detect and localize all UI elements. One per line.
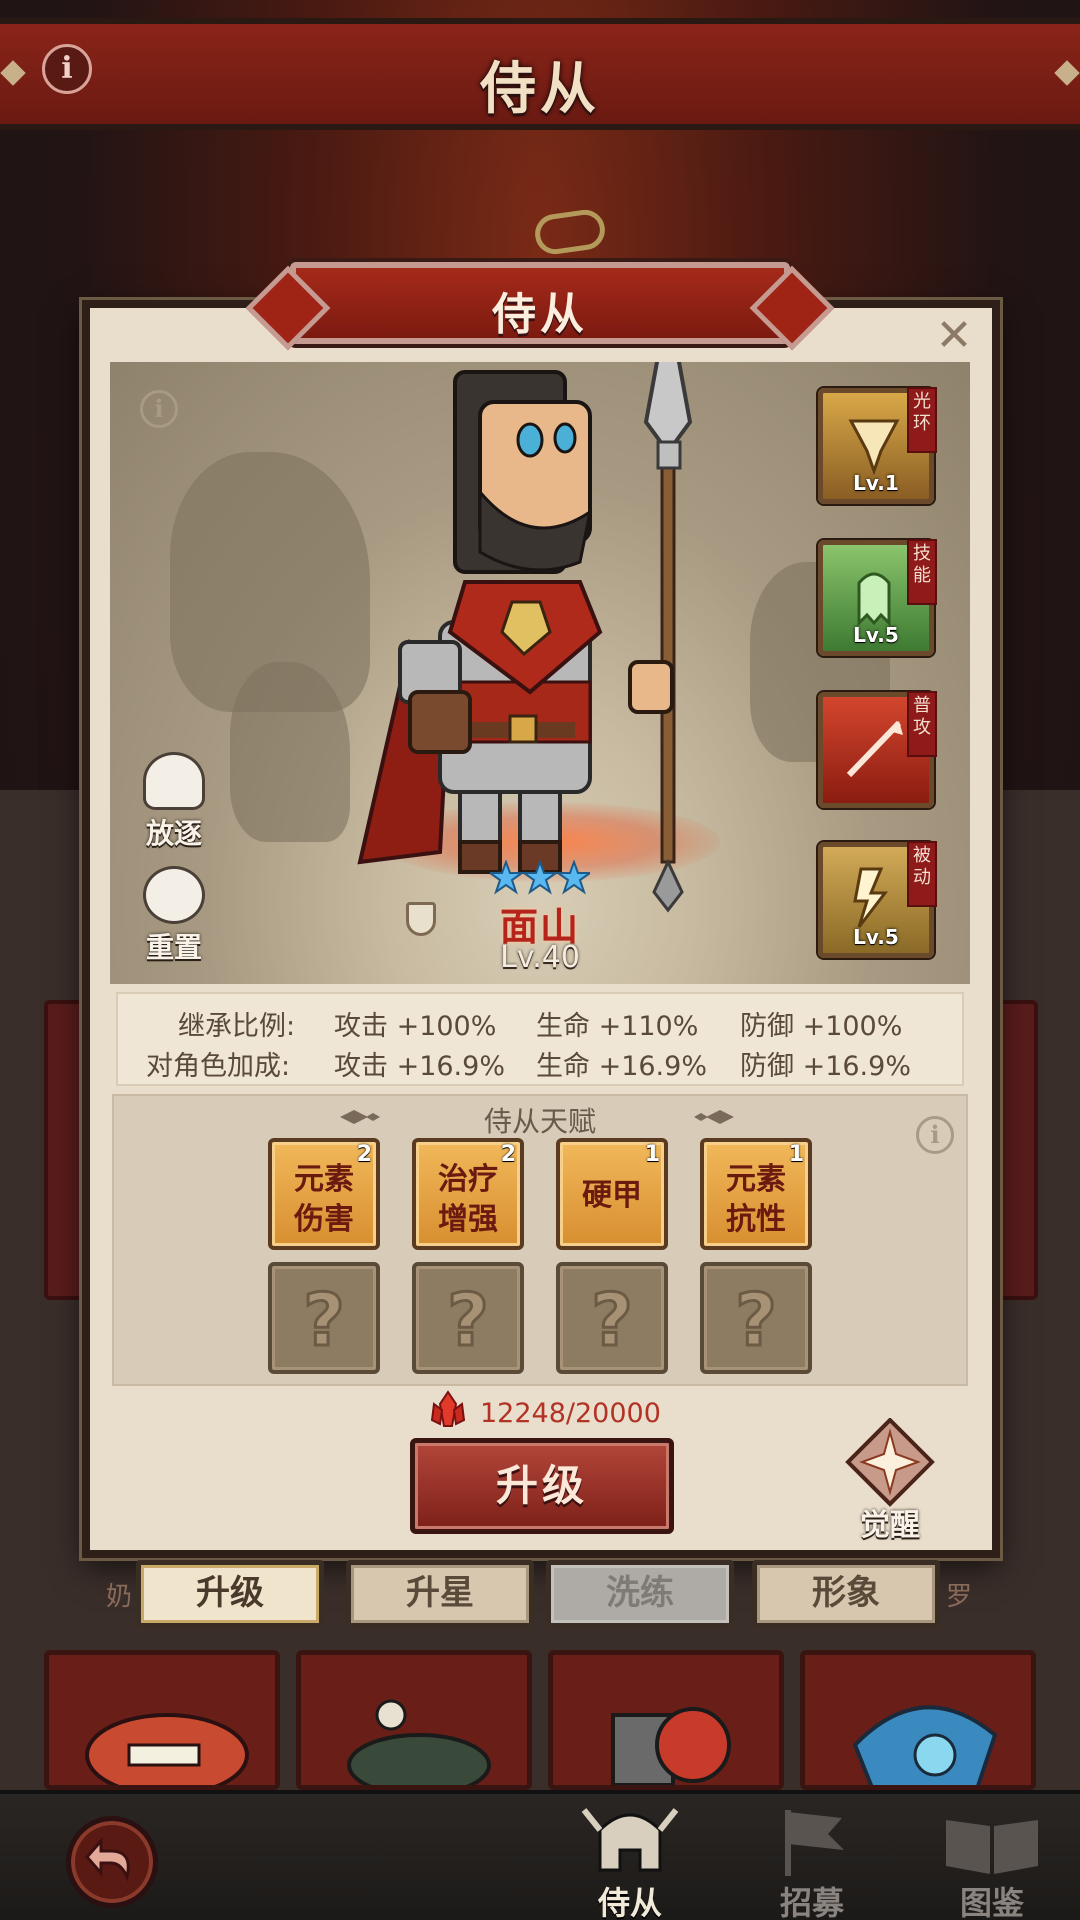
- skill-level: Lv.1: [853, 471, 899, 495]
- locked-talent-slot[interactable]: ?: [556, 1262, 668, 1374]
- star-icon: [520, 860, 560, 895]
- nav-label: 招募: [779, 1884, 844, 1920]
- skill-tag: 普攻: [907, 691, 937, 757]
- question-icon: ?: [446, 1278, 491, 1362]
- stats-panel: 继承比例: 攻击 +100% 生命 +110% 防御 +100% 对角色加成: …: [116, 992, 964, 1086]
- banish-label: 放逐: [145, 817, 202, 850]
- skill-level: Lv.5: [853, 623, 899, 647]
- question-icon: ?: [734, 1278, 779, 1362]
- close-icon[interactable]: ✕: [934, 314, 974, 358]
- talent-slot[interactable]: 2 元素 伤害: [268, 1138, 380, 1250]
- talent-slot[interactable]: 1 元素 抗性: [700, 1138, 812, 1250]
- talent-slot[interactable]: 2 治疗 增强: [412, 1138, 524, 1250]
- inherit-hp: 生命 +110%: [536, 1011, 699, 1042]
- back-arrow-icon: [85, 1837, 130, 1882]
- info-icon[interactable]: i: [916, 1116, 954, 1154]
- back-button[interactable]: [66, 1816, 158, 1908]
- follower-card[interactable]: [548, 1650, 784, 1790]
- bonus-hp: 生命 +16.9%: [536, 1051, 707, 1082]
- bonus-attack: 攻击 +16.9%: [334, 1051, 505, 1082]
- star-rating: [490, 860, 590, 895]
- talent-name: 治疗 增强: [438, 1162, 498, 1237]
- flag-icon: [785, 1810, 844, 1876]
- ornament-icon: [694, 1110, 734, 1124]
- skill-tag: 技能: [907, 539, 937, 605]
- talent-slot[interactable]: 1 硬甲: [556, 1138, 668, 1250]
- info-icon[interactable]: i: [42, 44, 92, 94]
- modal-title-banner: 侍从: [290, 262, 790, 344]
- nav-label: 侍从: [597, 1884, 662, 1920]
- talent-name: 元素 伤害: [294, 1162, 354, 1237]
- awaken-label: 觉醒: [860, 1508, 920, 1543]
- skill-aura[interactable]: 光环 Lv.1: [818, 387, 937, 504]
- red-crystal-icon: [430, 1390, 466, 1427]
- talent-count: 1: [644, 1142, 660, 1167]
- nav-followers[interactable]: 侍从: [570, 1800, 690, 1920]
- background-name: 罗: [946, 1582, 973, 1612]
- modal-title: 侍从: [492, 289, 588, 340]
- inherit-row: 继承比例: 攻击 +100% 生命 +110% 防御 +100%: [118, 1004, 966, 1044]
- inherit-attack: 攻击 +100%: [334, 1011, 497, 1042]
- page-title: 侍从: [480, 57, 600, 122]
- locked-talent-slot[interactable]: ?: [412, 1262, 524, 1374]
- star-icon: [490, 860, 526, 895]
- title-bar: 侍从: [0, 18, 1080, 130]
- skill-active[interactable]: 技能 Lv.5: [818, 539, 937, 656]
- background-name: 奶: [106, 1582, 133, 1612]
- locked-talent-slot[interactable]: ?: [700, 1262, 812, 1374]
- bottom-nav: [0, 1790, 1080, 1920]
- hero-level: Lv.40: [500, 940, 580, 975]
- question-icon: ?: [302, 1278, 347, 1362]
- locked-talent-slot[interactable]: ?: [268, 1262, 380, 1374]
- bonus-label: 对角色加成:: [146, 1051, 291, 1082]
- awaken-button[interactable]: 觉醒: [842, 1418, 938, 1543]
- creature-portrait: [611, 1707, 731, 1785]
- tab-star-up[interactable]: 升星: [346, 1560, 534, 1628]
- creature-portrait: [85, 1713, 249, 1785]
- nav-label: 图鉴: [959, 1884, 1024, 1920]
- ghost-skill-icon: [857, 572, 891, 627]
- follower-card[interactable]: [296, 1650, 532, 1790]
- tab-refine[interactable]: 洗练: [546, 1560, 734, 1628]
- inherit-label: 继承比例:: [178, 1011, 296, 1042]
- creature-portrait: [347, 1699, 491, 1785]
- talent-name: 元素 抗性: [726, 1162, 786, 1237]
- skill-basic-attack[interactable]: 普攻: [818, 691, 937, 808]
- bonus-row: 对角色加成: 攻击 +16.9% 生命 +16.9% 防御 +16.9%: [118, 1044, 966, 1084]
- creature-portrait: [852, 1705, 998, 1785]
- nav-recruit[interactable]: 招募: [752, 1800, 872, 1920]
- skill-tag: 光环: [907, 387, 937, 453]
- helmet-icon: [581, 1808, 679, 1872]
- tab-upgrade[interactable]: 升级: [136, 1560, 324, 1628]
- inherit-defense: 防御 +100%: [740, 1011, 903, 1042]
- star-icon: [554, 860, 590, 895]
- follower-card[interactable]: [800, 1650, 1036, 1790]
- aura-skill-icon: [848, 419, 900, 476]
- bonus-defense: 防御 +16.9%: [740, 1051, 911, 1082]
- banish-button[interactable]: 放逐: [124, 752, 224, 852]
- tab-appearance[interactable]: 形象: [752, 1560, 940, 1628]
- nav-codex[interactable]: 图鉴: [932, 1800, 1052, 1920]
- upgrade-button[interactable]: 升级: [410, 1438, 674, 1534]
- horse-head-icon: [143, 752, 205, 810]
- follower-card[interactable]: [44, 1650, 280, 1790]
- spear-attack-icon: [846, 720, 903, 778]
- talent-name: 硬甲: [582, 1178, 642, 1213]
- upgrade-cost: 12248/20000: [480, 1398, 661, 1429]
- awaken-star-icon: [845, 1418, 935, 1507]
- book-icon: [946, 1820, 1038, 1874]
- question-icon: ?: [590, 1278, 635, 1362]
